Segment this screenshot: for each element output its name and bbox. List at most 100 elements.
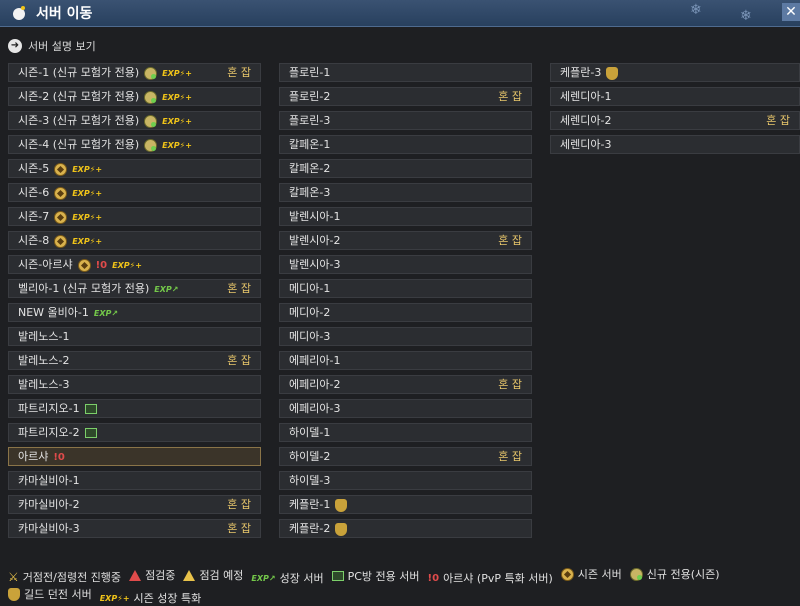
legend-label: 신규 전용(시즌)	[646, 568, 720, 581]
snowflake-icon: ❄	[690, 2, 702, 18]
server-row[interactable]: 시즌-아르샤 !0 EXP⚡+	[8, 255, 261, 274]
server-row[interactable]: 파트리지오-2	[8, 423, 261, 442]
server-row[interactable]: 시즌-3 (신규 모험가 전용) EXP⚡+	[8, 111, 261, 130]
server-row[interactable]: 플로린-1	[279, 63, 532, 82]
season-server-icon	[560, 567, 574, 581]
server-row[interactable]: 케플란-2	[279, 519, 532, 538]
server-name: 발레노스-3	[18, 378, 70, 391]
growth-server-icon: EXP↗	[251, 573, 276, 583]
server-row[interactable]: 칼페온-3	[279, 183, 532, 202]
server-row[interactable]: 카마실비아-3 혼 잡	[8, 519, 261, 538]
server-row[interactable]: 칼페온-1	[279, 135, 532, 154]
crowded-badge: 혼 잡	[227, 498, 251, 511]
crowded-badge: 혼 잡	[766, 114, 790, 127]
server-name: 칼페온-2	[289, 162, 331, 175]
server-row[interactable]: 세렌디아-2 혼 잡	[550, 111, 800, 130]
server-name: 세렌디아-2	[560, 114, 612, 127]
server-name: 카마실비아-1	[18, 474, 80, 487]
server-row[interactable]: 카마실비아-2 혼 잡	[8, 495, 261, 514]
legend-item: !0 아르샤 (PvP 특화 서버)	[428, 570, 553, 586]
server-name: 시즌-아르샤	[18, 258, 73, 271]
server-row[interactable]: 시즌-5 EXP⚡+	[8, 159, 261, 178]
server-row[interactable]: 케플란-1	[279, 495, 532, 514]
new-season-server-icon	[144, 114, 158, 128]
legend-item: 길드 던전 서버	[8, 586, 92, 602]
server-row[interactable]: 발레노스-3	[8, 375, 261, 394]
maintenance-icon	[129, 569, 142, 581]
title-bar: 서버 이동 ❄ ❄ ✕	[0, 0, 800, 27]
server-row[interactable]: 에페리아-2 혼 잡	[279, 375, 532, 394]
server-row[interactable]: 카마실비아-1	[8, 471, 261, 490]
season-growth-icon: EXP⚡+	[162, 116, 192, 126]
new-season-server-icon	[629, 567, 643, 581]
legend-item: ⚔ 거점전/점령전 진행중	[8, 569, 121, 585]
server-row[interactable]: 발레노스-1	[8, 327, 261, 346]
server-row[interactable]: 시즌-7 EXP⚡+	[8, 207, 261, 226]
pc-cafe-icon	[331, 570, 344, 581]
server-row[interactable]: 세렌디아-3	[550, 135, 800, 154]
server-row[interactable]: 에페리아-3	[279, 399, 532, 418]
server-description-link[interactable]: ➜ 서버 설명 보기	[8, 38, 96, 54]
server-row[interactable]: 벨리아-1 (신규 모험가 전용) EXP↗ 혼 잡	[8, 279, 261, 298]
pc-cafe-icon	[84, 404, 97, 414]
server-row[interactable]: 발렌시아-2 혼 잡	[279, 231, 532, 250]
server-row[interactable]: 발레노스-2 혼 잡	[8, 351, 261, 370]
server-column-2: 플로린-1 플로린-2 혼 잡플로린-3 칼페온-1 칼페온-2 칼페온-3 발렌시아-1 발…	[279, 63, 532, 543]
server-name: NEW 올비아-1	[18, 306, 89, 319]
server-row[interactable]: 시즌-2 (신규 모험가 전용) EXP⚡+	[8, 87, 261, 106]
server-row[interactable]: 시즌-6 EXP⚡+	[8, 183, 261, 202]
server-row[interactable]: 칼페온-2	[279, 159, 532, 178]
legend-item: 점검 예정	[183, 567, 243, 583]
server-row[interactable]: 메디아-2	[279, 303, 532, 322]
crowded-badge: 혼 잡	[227, 522, 251, 535]
server-row[interactable]: 하이델-3	[279, 471, 532, 490]
pvp-server-icon: !0	[53, 451, 65, 463]
new-season-server-icon	[144, 138, 158, 152]
server-row[interactable]: 시즌-1 (신규 모험가 전용) EXP⚡+ 혼 잡	[8, 63, 261, 82]
server-row[interactable]: 플로린-3	[279, 111, 532, 130]
server-column-1: 시즌-1 (신규 모험가 전용) EXP⚡+ 혼 잡 시즌-2 (신규 모험가 전용)…	[8, 63, 261, 543]
server-name: 카마실비아-2	[18, 498, 80, 511]
legend-label: 점검중	[145, 569, 176, 582]
guild-dungeon-icon	[335, 522, 348, 536]
server-name: 플로린-2	[289, 90, 331, 103]
server-row[interactable]: 하이델-2 혼 잡	[279, 447, 532, 466]
crowded-badge: 혼 잡	[227, 66, 251, 79]
server-row[interactable]: 하이델-1	[279, 423, 532, 442]
server-row[interactable]: 메디아-3	[279, 327, 532, 346]
server-row[interactable]: 시즌-8 EXP⚡+	[8, 231, 261, 250]
server-name: 플로린-1	[289, 66, 331, 79]
season-server-icon	[54, 234, 68, 248]
server-name: 시즌-6	[18, 186, 50, 199]
server-row[interactable]: 발렌시아-1	[279, 207, 532, 226]
legend-label: 시즌 서버	[577, 568, 622, 581]
legend-label: PC방 전용 서버	[347, 569, 420, 583]
season-growth-icon: EXP⚡+	[162, 68, 192, 78]
server-name: 벨리아-1 (신규 모험가 전용)	[18, 282, 150, 295]
window-title: 서버 이동	[36, 6, 93, 22]
server-name: 시즌-8	[18, 234, 50, 247]
server-row[interactable]: 에페리아-1	[279, 351, 532, 370]
server-row[interactable]: 세렌디아-1	[550, 87, 800, 106]
server-name: 플로린-3	[289, 114, 331, 127]
legend-row-1: ⚔ 거점전/점령전 진행중 점검중 점검 예정 EXP↗ 성장 서버 PC방 전용 서버 !0…	[8, 566, 728, 586]
guild-dungeon-icon	[606, 66, 619, 80]
server-name: 하이델-2	[289, 450, 331, 463]
server-row[interactable]: 시즌-4 (신규 모험가 전용) EXP⚡+	[8, 135, 261, 154]
server-row[interactable]: 메디아-1	[279, 279, 532, 298]
server-name: 시즌-4 (신규 모험가 전용)	[18, 138, 140, 151]
server-row[interactable]: 아르샤 !0	[8, 447, 261, 466]
growth-server-icon: EXP↗	[154, 284, 179, 294]
crowded-badge: 혼 잡	[227, 282, 251, 295]
server-row[interactable]: 발렌시아-3	[279, 255, 532, 274]
server-row[interactable]: 케플란-3	[550, 63, 800, 82]
server-row[interactable]: 파트리지오-1	[8, 399, 261, 418]
season-server-icon	[77, 258, 91, 272]
legend-row-2: 길드 던전 서버 EXP⚡+ 시즌 성장 특화	[8, 586, 209, 606]
close-button[interactable]: ✕	[782, 3, 800, 21]
pvp-server-icon: !0	[427, 572, 440, 584]
server-name: 발렌시아-3	[289, 258, 341, 271]
server-name: 메디아-2	[289, 306, 331, 319]
server-row[interactable]: 플로린-2 혼 잡	[279, 87, 532, 106]
server-row[interactable]: NEW 올비아-1 EXP↗	[8, 303, 261, 322]
